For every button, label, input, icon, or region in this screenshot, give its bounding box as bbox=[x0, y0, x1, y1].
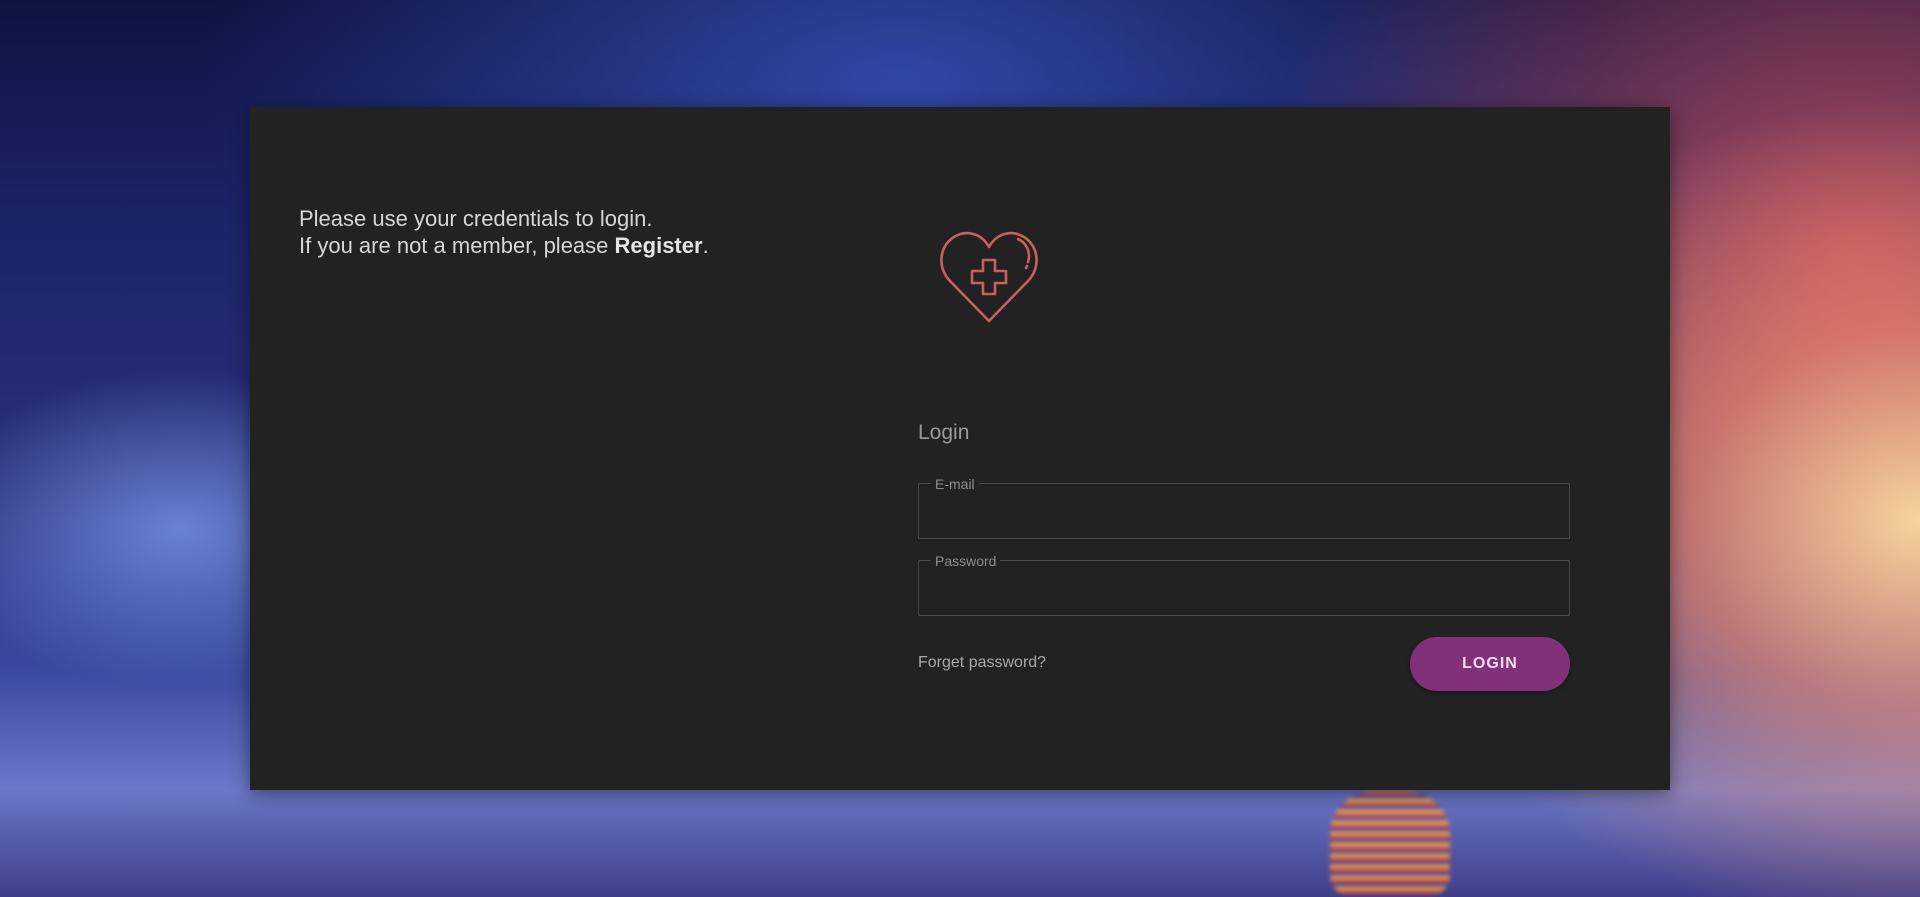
login-card: Please use your credentials to login. If… bbox=[250, 107, 1670, 790]
password-input[interactable] bbox=[919, 561, 1569, 615]
login-button[interactable]: LOGIN bbox=[1410, 637, 1570, 691]
intro-text: Please use your credentials to login. If… bbox=[299, 205, 709, 259]
email-field[interactable]: E-mail bbox=[918, 476, 1570, 539]
intro-line-2-suffix: . bbox=[702, 233, 709, 258]
heart-medical-cross-icon bbox=[940, 231, 1038, 323]
email-input[interactable] bbox=[919, 484, 1569, 538]
login-title: Login bbox=[918, 421, 970, 444]
intro-line-1: Please use your credentials to login. bbox=[299, 206, 653, 231]
password-field[interactable]: Password bbox=[918, 553, 1570, 616]
intro-line-2: If you are not a member, please Register… bbox=[299, 232, 709, 259]
intro-line-2-prefix: If you are not a member, please bbox=[299, 233, 615, 258]
forgot-password-link[interactable]: Forget password? bbox=[918, 654, 1046, 672]
register-link[interactable]: Register bbox=[615, 233, 703, 258]
water-reflection bbox=[1330, 790, 1450, 897]
